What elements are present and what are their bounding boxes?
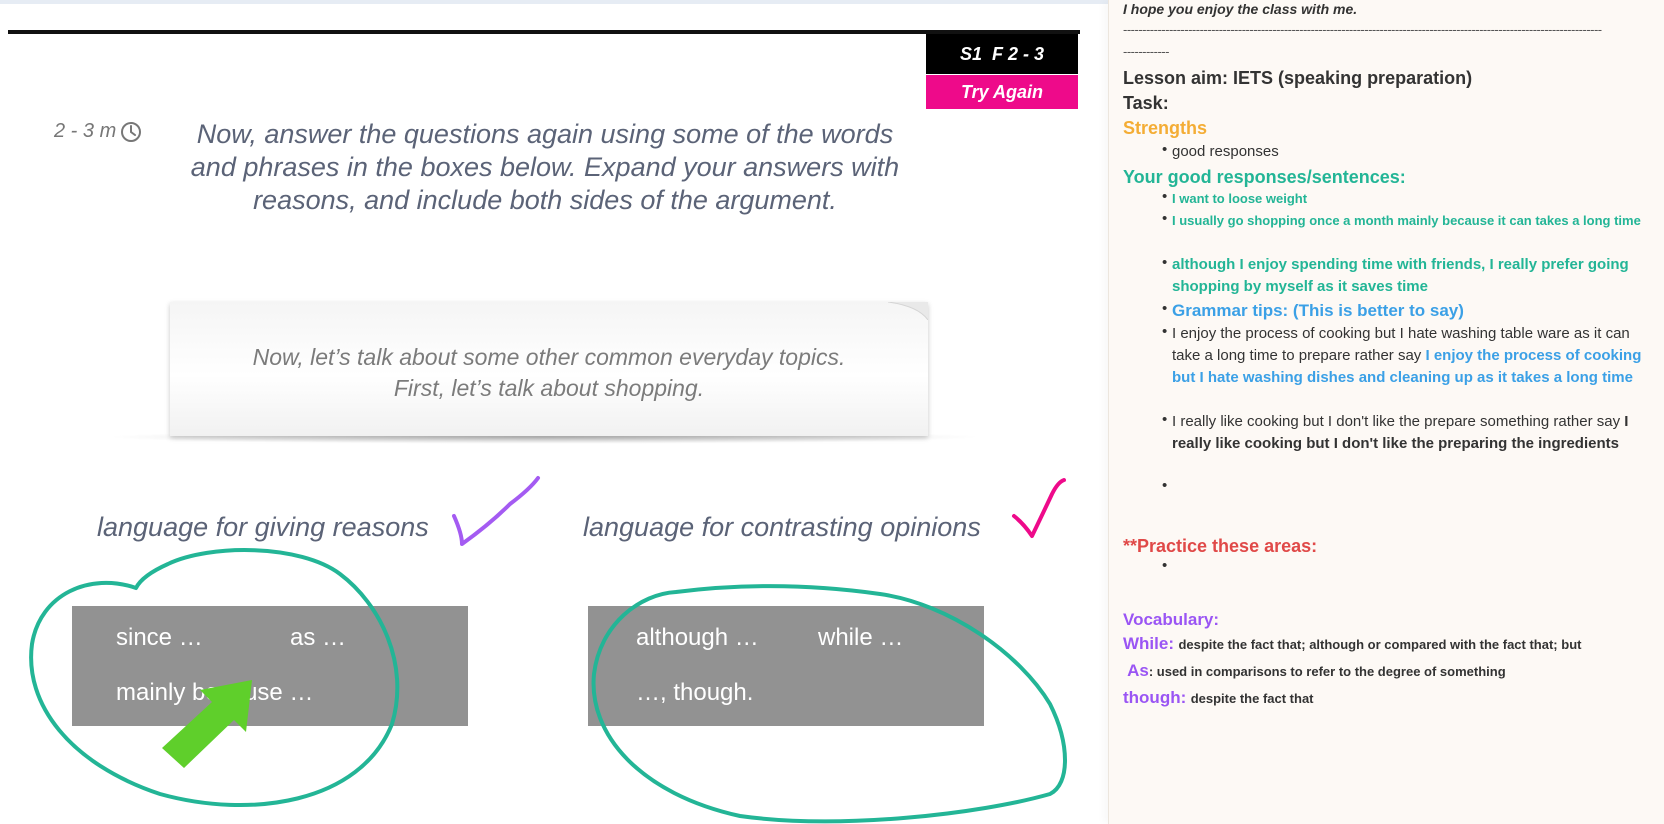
- clock-icon: [121, 121, 142, 142]
- list-item: • I want to loose weight: [1162, 188, 1662, 210]
- separator-line: ----------------------------------------…: [1123, 22, 1602, 37]
- phrase-mainly-because: mainly because …: [116, 679, 314, 706]
- note-line: First, let’s talk about shopping.: [393, 375, 705, 401]
- good-responses-heading: Your good responses/sentences:: [1123, 167, 1406, 187]
- try-again-button[interactable]: Try Again: [926, 75, 1078, 109]
- tip-original: I really like cooking but I don't like t…: [1172, 413, 1625, 430]
- good-response: although I enjoy spending time with frie…: [1172, 256, 1629, 295]
- instruction-line: Now, answer the questions again using so…: [196, 119, 894, 149]
- phrase-since: since …: [116, 624, 203, 651]
- list-item-empty: •: [1162, 477, 1168, 494]
- note-line: Now, let’s talk about some other common …: [252, 344, 846, 370]
- strength-text: good responses: [1172, 143, 1279, 160]
- vocab-entry: though: despite the fact that: [1123, 688, 1314, 708]
- vocab-definition: despite the fact that; although or compa…: [1178, 637, 1582, 652]
- instruction-line: and phrases in the boxes below. Expand y…: [190, 152, 900, 182]
- list-item: • although I enjoy spending time with fr…: [1162, 254, 1662, 298]
- check-mark-left: [452, 476, 540, 546]
- slide-code-label: S1 F 2 - 3: [926, 34, 1078, 74]
- vocabulary-heading: Vocabulary:: [1123, 610, 1220, 629]
- list-item-empty: •: [1162, 557, 1168, 574]
- page-curl: [888, 302, 928, 320]
- paper-note: Now, let’s talk about some other common …: [170, 302, 928, 436]
- vocab-entry: While: despite the fact that; although o…: [1123, 634, 1581, 654]
- greeting: I hope you enjoy the class with me.: [1123, 1, 1358, 17]
- vocab-entry: As: used in comparisons to refer to the …: [1123, 661, 1506, 681]
- list-item: • Grammar tips: (This is better to say): [1162, 300, 1662, 322]
- instruction-line: reasons, and include both sides of the a…: [253, 185, 837, 215]
- note-text: Now, let’s talk about some other common …: [170, 342, 928, 404]
- slide-top-rule: [8, 30, 1080, 34]
- practice-heading: **Practice these areas:: [1123, 536, 1318, 556]
- instruction-text: Now, answer the questions again using so…: [160, 118, 930, 217]
- grammar-tip: I really like cooking but I don't like t…: [1172, 411, 1662, 455]
- list-item: • I usually go shopping once a month mai…: [1162, 210, 1662, 232]
- task-label: Task:: [1123, 93, 1169, 113]
- grammar-tips-heading: Grammar tips: (This is better to say): [1172, 301, 1464, 320]
- vocab-definition: despite the fact that: [1190, 691, 1314, 706]
- vocab-definition: : used in comparisons to refer to the de…: [1148, 664, 1506, 679]
- phrase-as: as …: [290, 624, 347, 651]
- teacher-notes-panel: I hope you enjoy the class with me. ----…: [1108, 0, 1664, 824]
- lesson-aim: Lesson aim: IETS (speaking preparation): [1123, 68, 1473, 88]
- phrase-although: although …: [636, 624, 759, 651]
- lesson-slide: S1 F 2 - 3 Try Again 2 - 3 m Now, answer…: [0, 4, 1108, 824]
- phrase-while: while …: [818, 624, 904, 651]
- contrasting-opinions-heading: language for contrasting opinions: [583, 512, 981, 542]
- strengths-heading: Strengths: [1123, 118, 1208, 138]
- reasons-phrase-box: since … as … mainly because …: [72, 606, 468, 726]
- list-item: • I really like cooking but I don't like…: [1162, 411, 1662, 455]
- timer: 2 - 3 m: [54, 120, 142, 143]
- vocab-word: As: [1123, 661, 1149, 680]
- vocab-word: though:: [1123, 688, 1187, 707]
- vocab-word: While:: [1123, 634, 1174, 653]
- grammar-tip: I enjoy the process of cooking but I hat…: [1172, 323, 1662, 389]
- good-response: I want to loose weight: [1172, 191, 1308, 206]
- giving-reasons-heading: language for giving reasons: [97, 512, 429, 542]
- good-response: I usually go shopping once a month mainl…: [1172, 213, 1641, 228]
- check-mark-right: [1012, 478, 1066, 538]
- phrase-though: …, though.: [636, 679, 754, 706]
- contrasts-phrase-box: although … while … …, though.: [588, 606, 984, 726]
- timer-label: 2 - 3 m: [54, 120, 117, 142]
- list-item: • I enjoy the process of cooking but I h…: [1162, 323, 1662, 389]
- separator-line: ------------: [1123, 44, 1169, 59]
- list-item: • good responses: [1162, 141, 1662, 163]
